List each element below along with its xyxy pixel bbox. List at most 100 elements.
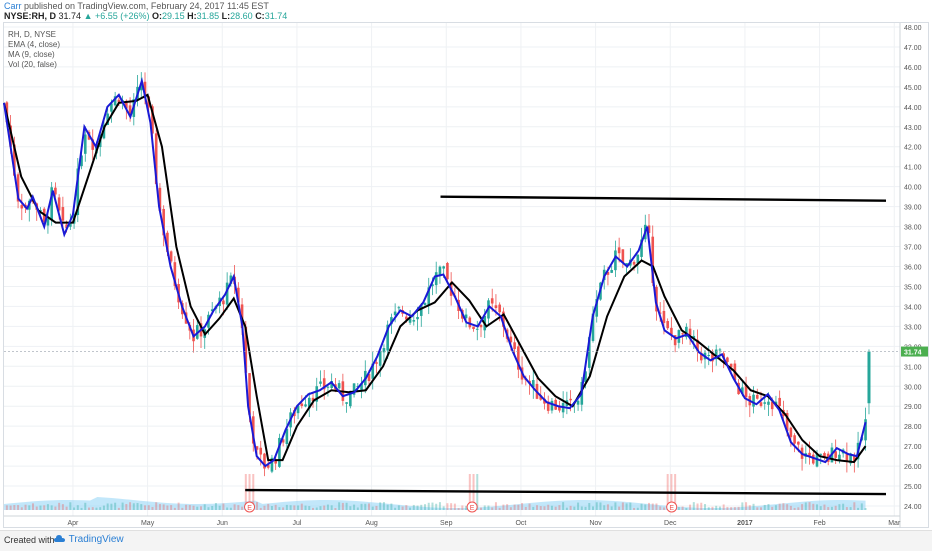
x-tick-label: Jul — [292, 520, 301, 527]
volume-bar — [655, 503, 658, 510]
volume-bar — [121, 502, 124, 510]
volume-bar — [405, 505, 408, 510]
volume-bar — [853, 502, 856, 510]
support-line — [245, 488, 887, 496]
volume-bar — [32, 503, 35, 510]
candle-up — [475, 328, 479, 330]
volume-bar — [662, 507, 665, 510]
price-chart[interactable]: E E E 24.00 25.00 26.00 27.00 28.00 29.00 30.00 3… — [0, 0, 932, 550]
y-tick-label: 42.00 — [904, 145, 922, 152]
volume-bar — [136, 503, 139, 510]
y-tick-label: 40.00 — [904, 185, 922, 192]
candle-down — [726, 357, 729, 362]
candle-down — [793, 435, 796, 444]
volume-bar — [39, 505, 42, 510]
candle-down — [755, 394, 759, 399]
candle-down — [498, 304, 501, 313]
volume-bar — [644, 504, 647, 510]
volume-bar — [114, 502, 117, 510]
volume-bar — [308, 506, 311, 510]
candle-up — [819, 453, 823, 455]
y-tick-label: 24.00 — [904, 504, 922, 511]
volume-bar — [842, 503, 845, 510]
volume-bar — [431, 502, 434, 510]
legend-ema[interactable]: EMA (4, close) — [8, 40, 60, 50]
x-tick-label: May — [141, 520, 155, 527]
volume-bar — [554, 506, 557, 510]
volume-bar — [827, 507, 830, 510]
volume-bar — [562, 502, 565, 510]
candle-up — [423, 303, 427, 305]
volume-bar — [196, 506, 199, 510]
volume-bar — [263, 505, 266, 510]
volume-bar — [229, 507, 232, 510]
volume-bar — [95, 507, 98, 510]
y-tick-label: 34.00 — [904, 304, 922, 311]
volume-bar — [685, 507, 688, 510]
volume-bar — [267, 503, 270, 510]
volume-bar — [453, 503, 456, 510]
volume-bar — [816, 504, 819, 510]
volume-bar — [614, 502, 617, 510]
x-tick-label: Nov — [589, 520, 602, 527]
volume-bar — [382, 502, 385, 510]
volume-bar — [241, 506, 244, 510]
volume-bar — [771, 506, 774, 510]
volume-bar — [375, 505, 378, 510]
tradingview-logo[interactable]: TradingView — [54, 534, 124, 545]
volume-bar — [715, 505, 718, 510]
candle-up — [393, 311, 397, 316]
volume-bar — [390, 503, 393, 510]
x-tick-label: 2017 — [737, 520, 753, 527]
y-tick-label: 30.00 — [904, 384, 922, 391]
volume-bar — [99, 507, 102, 510]
candle-up — [576, 400, 580, 405]
volume-bar — [233, 504, 236, 510]
volume-bar — [565, 507, 568, 510]
volume-bar — [860, 503, 863, 510]
volume-bar — [603, 505, 606, 510]
candle-down — [662, 310, 666, 323]
x-tick-label: Feb — [814, 520, 826, 527]
volume-bar — [659, 506, 662, 510]
y-tick-label: 28.00 — [904, 424, 922, 431]
volume-bar — [293, 505, 296, 510]
volume-bar — [181, 507, 184, 510]
candle-down — [300, 403, 304, 407]
volume-bar — [711, 506, 714, 510]
price-axis: 24.00 25.00 26.00 27.00 28.00 29.00 30.00 31.00… — [899, 23, 928, 528]
legend-vol[interactable]: Vol (20, false) — [8, 60, 60, 70]
volume-bar — [726, 506, 729, 510]
y-tick-label: 39.00 — [904, 205, 922, 212]
volume-bar — [509, 507, 512, 510]
volume-bar — [353, 504, 356, 510]
volume-bar — [838, 504, 841, 510]
volume-bar — [592, 506, 595, 510]
volume-bar — [524, 506, 527, 510]
candle-down — [446, 263, 449, 280]
legend-ma[interactable]: MA (9, close) — [8, 50, 60, 60]
volume-bar — [704, 504, 707, 510]
candle-up — [610, 269, 613, 273]
volume-bar — [379, 502, 382, 510]
volume-bar — [368, 503, 371, 510]
volume-bar — [763, 504, 766, 510]
volume-bar — [162, 504, 165, 510]
volume-bar — [438, 502, 441, 510]
volume-bar — [730, 507, 733, 510]
volume-bar — [517, 504, 520, 510]
volume-bar — [621, 502, 624, 510]
candle-up — [763, 402, 767, 404]
earnings-marker-label: E — [247, 505, 252, 512]
volume-bar — [412, 504, 415, 510]
volume-bar — [491, 507, 494, 510]
volume-bar — [752, 503, 755, 510]
candle-up — [718, 349, 722, 351]
x-tick-label: Jun — [217, 520, 228, 527]
volume-bar — [442, 506, 445, 510]
volume-bar — [416, 505, 419, 510]
candle-up — [345, 402, 348, 404]
candle-down — [259, 447, 263, 455]
volume-bar — [808, 502, 811, 510]
volume-bar — [28, 505, 31, 510]
